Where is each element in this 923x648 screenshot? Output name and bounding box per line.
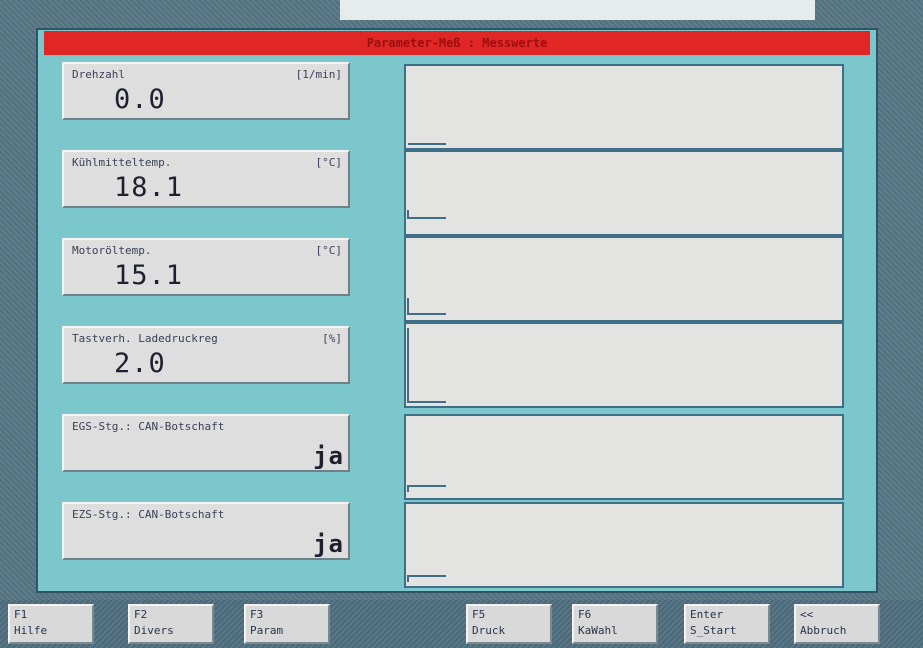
param-unit: [°C]	[315, 156, 343, 169]
fkey-label: Param	[250, 624, 284, 637]
graph-trace	[407, 298, 446, 315]
fkey-label: Hilfe	[14, 624, 48, 637]
f3-param-button[interactable]: F3 Param	[244, 604, 330, 644]
enter-start-button[interactable]: Enter S_Start	[684, 604, 770, 644]
graph-egs-can	[404, 414, 844, 500]
fkey-label: S_Start	[690, 624, 737, 637]
fkey-label: Divers	[134, 624, 174, 637]
graph-drehzahl	[404, 64, 844, 150]
param-value: 0.0	[114, 84, 166, 115]
top-status-strip	[340, 0, 815, 20]
graph-trace	[407, 575, 446, 582]
fkey-key: F6	[578, 608, 592, 621]
param-value: 2.0	[114, 348, 166, 379]
param-label: EZS-Stg.: CAN-Botschaft	[72, 508, 225, 521]
graph-tastverhaeltnis	[404, 322, 844, 408]
fkey-key: F2	[134, 608, 148, 621]
fkey-key: <<	[800, 608, 814, 621]
f6-kawahl-button[interactable]: F6 KaWahl	[572, 604, 658, 644]
fkey-label: Abbruch	[800, 624, 847, 637]
fkey-key: F5	[472, 608, 486, 621]
measurement-panel: Parameter-Meß : Messwerte Drehzahl [1/mi…	[36, 28, 878, 593]
param-box-ezs-can[interactable]: EZS-Stg.: CAN-Botschaft ja	[62, 502, 350, 560]
param-label: Drehzahl	[72, 68, 125, 81]
fkey-key: F3	[250, 608, 264, 621]
param-unit: [1/min]	[295, 68, 342, 81]
fkey-label: KaWahl	[578, 624, 618, 637]
param-value: ja	[313, 530, 344, 558]
graph-motoroeltemp	[404, 236, 844, 322]
param-unit: [°C]	[315, 244, 343, 257]
param-label: Kühlmitteltemp.	[72, 156, 172, 169]
param-box-kuehlmitteltemp[interactable]: Kühlmitteltemp. [°C] 18.1	[62, 150, 350, 208]
param-value: 15.1	[114, 260, 184, 291]
graph-ezs-can	[404, 502, 844, 588]
fkey-label: Druck	[472, 624, 506, 637]
window-title: Parameter-Meß : Messwerte	[44, 31, 870, 55]
fkey-key: F1	[14, 608, 28, 621]
fkey-key: Enter	[690, 608, 724, 621]
param-box-egs-can[interactable]: EGS-Stg.: CAN-Botschaft ja	[62, 414, 350, 472]
param-value: 18.1	[114, 172, 184, 203]
graph-trace	[407, 210, 446, 219]
param-box-drehzahl[interactable]: Drehzahl [1/min] 0.0	[62, 62, 350, 120]
param-box-motoroeltemp[interactable]: Motoröltemp. [°C] 15.1	[62, 238, 350, 296]
f5-print-button[interactable]: F5 Druck	[466, 604, 552, 644]
param-label: Motoröltemp.	[72, 244, 152, 257]
param-label: Tastverh. Ladedruckreg	[72, 332, 218, 345]
graph-kuehlmitteltemp	[404, 150, 844, 236]
f2-divers-button[interactable]: F2 Divers	[128, 604, 214, 644]
graph-trace	[407, 328, 446, 403]
param-box-tastverhaeltnis[interactable]: Tastverh. Ladedruckreg [%] 2.0	[62, 326, 350, 384]
param-label: EGS-Stg.: CAN-Botschaft	[72, 420, 225, 433]
f1-help-button[interactable]: F1 Hilfe	[8, 604, 94, 644]
param-value: ja	[313, 442, 344, 470]
graph-trace	[407, 485, 446, 492]
abort-button[interactable]: << Abbruch	[794, 604, 880, 644]
param-unit: [%]	[322, 332, 342, 345]
